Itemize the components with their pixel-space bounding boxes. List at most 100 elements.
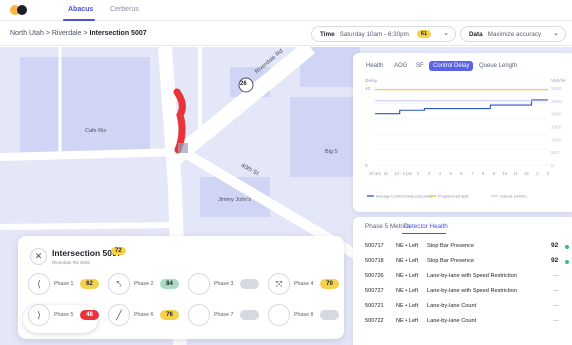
time-filter-dropdown[interactable]: Time Saturday 10am - 6:30pm 61 ⌄: [311, 26, 456, 42]
detector-id: 500727: [365, 288, 384, 294]
detector-type: Stop Bar Presence: [427, 258, 474, 264]
chart-x-tick: 8: [482, 171, 485, 176]
close-icon[interactable]: ✕: [30, 248, 47, 265]
detector-row[interactable]: 500722 NE • Left Lane-by-lane Count —: [353, 315, 572, 329]
legend-label: Programmed Split: [438, 195, 469, 199]
detector-id: 500721: [365, 303, 384, 309]
chart-left-tick: 40: [365, 86, 371, 92]
status-dot-icon: [565, 260, 569, 264]
detector-health-value: —: [553, 273, 559, 279]
chart-x-tick: 10: [502, 171, 507, 176]
chart-x-tick: 2: [417, 171, 420, 176]
map-road: [0, 148, 181, 161]
intersection-marker[interactable]: [178, 143, 188, 153]
chart-x-tick: 12: [394, 171, 399, 176]
intersection-score-badge: 72: [111, 247, 126, 255]
time-filter-value: Saturday 10am - 6:30pm: [339, 30, 409, 38]
phase-score-badge: [240, 279, 259, 289]
chart-x-tick: 9: [493, 171, 496, 176]
chart-x-tick: 1 pm: [403, 171, 413, 176]
chart-x-tick: 4: [439, 171, 442, 176]
merge-arrow-icon: ⤣: [108, 273, 130, 295]
chart-x-tick: 1: [536, 171, 539, 176]
breadcrumb-region[interactable]: North Utah: [10, 30, 44, 37]
control-delay-chart: 40030002500200015001000500010 am 11 12 1 pm…: [365, 86, 562, 199]
phase-item[interactable]: ⟨ Phase 1 62: [28, 273, 108, 295]
breadcrumb-city[interactable]: Riverdale: [52, 30, 82, 37]
detector-row[interactable]: 500721 NE • Left Lane-by-lane Count —: [353, 300, 572, 314]
detector-type: Stop Bar Presence: [427, 243, 474, 249]
chart-right-tick: 3000: [551, 86, 562, 92]
detector-row[interactable]: 500727 NE • Left Lane-by-lane with Speed R…: [353, 285, 572, 299]
detector-health-value: 92: [551, 257, 559, 264]
metrics-chart-panel: Health AOG SF Control Delay Queue Length…: [353, 53, 572, 212]
app-logo[interactable]: [10, 5, 28, 15]
chevron-down-icon: ⌄: [443, 30, 449, 37]
detector-id: 500722: [365, 318, 384, 324]
active-tab-indicator: [63, 19, 95, 21]
chart-left-tick: 0: [365, 163, 368, 169]
chart-x-tick: 12: [524, 171, 529, 176]
sub-bar: North Utah > Riverdale > Intersection 50…: [0, 22, 572, 46]
turn-left-icon: ⟨: [28, 273, 50, 295]
phase-label: Phase 5: [54, 312, 74, 318]
phase-score-badge: 84: [160, 279, 179, 289]
chart-x-tick: 11: [384, 171, 389, 176]
legend-label: Volume (veh/hr): [500, 195, 528, 199]
phase-label: Phase 2: [134, 281, 154, 287]
chart-x-tick: 7: [471, 171, 474, 176]
detector-direction: NE • Left: [396, 243, 419, 249]
phase-item[interactable]: ╱ Phase 6 76: [108, 304, 188, 326]
detector-health-value: —: [553, 288, 559, 294]
chart-right-tick: 500: [551, 150, 559, 156]
selected-approach-highlight[interactable]: [173, 88, 186, 154]
map-label-cafe-rio: Cafe Rio: [85, 128, 107, 134]
chart-x-tick: 3: [428, 171, 431, 176]
phase-label: Phase 4: [294, 281, 314, 287]
detector-direction: NE • Left: [396, 273, 419, 279]
phase-item[interactable]: Phase 8: [268, 304, 348, 326]
tab-cerberus[interactable]: Cerberus: [110, 6, 139, 13]
breadcrumb-separator: >: [83, 30, 88, 37]
phase-item[interactable]: ⤧ Phase 4 70: [268, 273, 348, 295]
detector-type: Lane-by-lane with Speed Restriction: [427, 273, 517, 279]
phase-label: Phase 3: [214, 281, 234, 287]
status-dot-icon: [565, 245, 569, 249]
data-filter-dropdown[interactable]: Data Maximize accuracy ⌄: [460, 26, 566, 42]
tab-detector-health[interactable]: Detector Health: [404, 223, 448, 230]
phase-item[interactable]: Phase 3: [188, 273, 268, 295]
detector-row[interactable]: 500726 NE • Left Lane-by-lane with Speed R…: [353, 270, 572, 284]
phase-score-badge: 70: [320, 279, 339, 289]
map-road: [0, 222, 179, 230]
map-label-big5: Big 5: [325, 149, 338, 155]
active-tab-indicator: [402, 233, 446, 234]
data-filter-label: Data: [469, 30, 483, 38]
tab-abacus[interactable]: Abacus: [68, 6, 93, 13]
detector-row[interactable]: 500718 NE • Left Stop Bar Presence 92: [353, 255, 572, 269]
app-window: Abacus Cerberus North Utah > Riverdale >…: [0, 0, 572, 345]
phase-item[interactable]: Phase 7: [188, 304, 268, 326]
detector-id: 500726: [365, 273, 384, 279]
phase-item[interactable]: ⟩ Phase 5 48: [28, 304, 108, 326]
detector-row[interactable]: 500717 NE • Left Stop Bar Presence 92: [353, 240, 572, 254]
detector-type: Lane-by-lane with Speed Restriction: [427, 288, 517, 294]
breadcrumb-separator: >: [45, 30, 50, 37]
detector-id: 500718: [365, 258, 384, 264]
detector-health-value: —: [553, 318, 559, 324]
phase-item[interactable]: ⤣ Phase 2 84: [108, 273, 188, 295]
chart-x-tick: 10 am: [369, 171, 381, 176]
phase-score-badge: 48: [80, 310, 99, 320]
phase-score-badge: 76: [160, 310, 179, 320]
diagonal-arrow-icon: ╱: [108, 304, 130, 326]
empty-icon: [188, 273, 210, 295]
phase-label: Phase 1: [54, 281, 74, 287]
detector-direction: NE • Left: [396, 303, 419, 309]
breadcrumb: North Utah > Riverdale > Intersection 50…: [10, 30, 147, 37]
detector-type: Lane-by-lane Count: [427, 318, 477, 324]
phase-score-badge: 62: [80, 279, 99, 289]
chart-x-tick: 2: [547, 171, 550, 176]
top-bar: Abacus Cerberus: [0, 0, 572, 21]
phase-score-badge: [320, 310, 339, 320]
chart-right-tick: 1000: [551, 137, 562, 143]
empty-icon: [188, 304, 210, 326]
